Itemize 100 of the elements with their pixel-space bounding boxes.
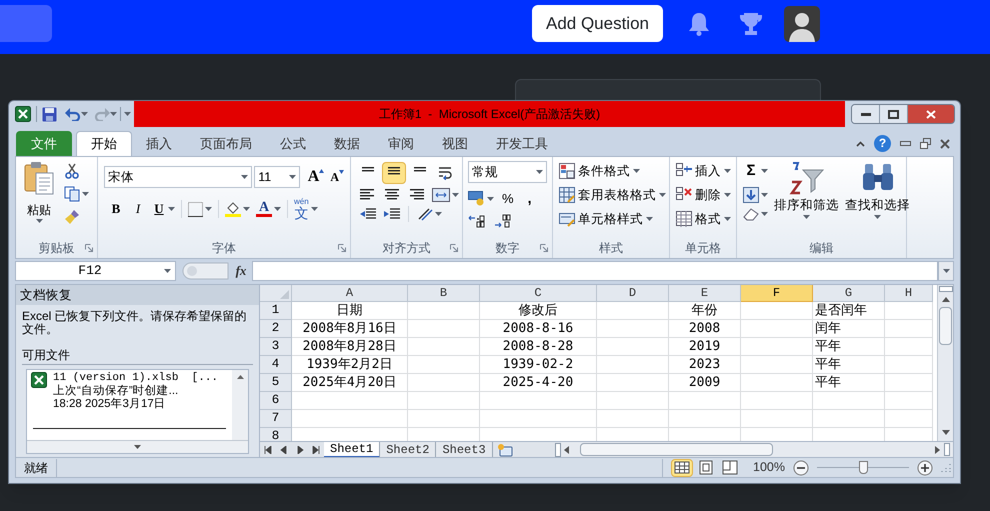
spreadsheet-icon[interactable] [15,106,31,122]
ribbon-tab[interactable]: 开发工具 [482,131,562,156]
cells-menu-button[interactable]: 删除 [695,186,721,204]
caret-icon[interactable] [243,207,250,211]
dialog-launcher-icon[interactable] [540,244,548,252]
fill-down-icon[interactable] [743,186,759,202]
column-header[interactable]: E [669,285,741,302]
close-button[interactable] [908,105,954,123]
ribbon-tab[interactable]: 页面布局 [186,131,266,156]
grow-font-button[interactable]: A [308,169,324,185]
font-size-field[interactable]: 11 [254,166,300,188]
caret-icon[interactable] [168,207,175,211]
dialog-launcher-icon[interactable] [450,244,458,252]
shrink-font-button[interactable]: A [330,170,344,184]
scroll-up-icon[interactable] [942,297,950,302]
formula-input[interactable] [252,261,938,281]
row-header[interactable]: 4 [260,356,292,374]
new-sheet-icon[interactable] [496,442,513,456]
fill-color-icon[interactable] [225,201,241,217]
undo-icon[interactable] [65,107,81,121]
column-header[interactable]: A [292,285,408,302]
caret-icon[interactable] [164,269,171,273]
caret-icon[interactable] [633,169,640,174]
row-header[interactable]: 8 [260,428,292,441]
collapse-icon[interactable] [856,140,865,146]
column-header[interactable]: B [408,285,480,302]
italic-button[interactable]: I [130,199,146,219]
split-handle[interactable] [555,442,561,456]
caret-icon[interactable] [659,193,666,198]
sheet-tab[interactable]: Sheet1 [324,442,380,457]
merge-cells-icon[interactable] [432,188,450,202]
cells-menu-button[interactable]: 插入 [695,162,721,181]
percent-button[interactable]: % [502,188,514,208]
dialog-launcher-icon[interactable] [85,244,93,252]
bold-button[interactable]: B [108,199,124,219]
spreadsheet-icon[interactable] [31,372,47,388]
style-menu-button[interactable]: 套用表格格式 [578,186,656,204]
row-header[interactable]: 1 [260,302,292,320]
scroll-thumb[interactable] [939,307,952,345]
ribbon-tab[interactable]: 公式 [266,131,320,156]
vertical-scrollbar[interactable] [937,285,953,441]
insert-function-button[interactable]: fx [230,261,252,281]
caret-icon[interactable] [205,207,212,211]
trophy-icon[interactable] [738,12,764,36]
close-icon[interactable] [940,138,950,148]
dialog-launcher-icon[interactable] [338,244,346,252]
underline-button[interactable]: U [152,199,166,219]
row-header[interactable]: 7 [260,410,292,428]
ribbon-tab[interactable]: 开始 [76,131,132,156]
find-select-button[interactable]: 查找和选择 [845,160,910,238]
caret-icon[interactable] [435,212,442,216]
eraser-icon[interactable] [743,206,759,220]
conditional-format-icon[interactable] [559,163,575,180]
borders-icon[interactable] [188,202,203,216]
file-tab[interactable]: 文件 [16,131,72,156]
increase-decimal-icon[interactable] [468,214,486,228]
brush-icon[interactable] [64,209,80,225]
number-format-field[interactable]: 常规 [468,161,547,183]
table-format-icon[interactable] [559,187,575,204]
bell-icon[interactable] [688,12,710,36]
ribbon-tab[interactable]: 视图 [428,131,482,156]
caret-icon[interactable] [288,175,296,179]
paste-button[interactable]: 粘贴 [22,161,56,238]
orientation-icon[interactable] [417,207,433,221]
column-header[interactable]: G [813,285,885,302]
column-header[interactable]: C [480,285,597,302]
caret-icon[interactable] [724,193,731,198]
decrease-decimal-icon[interactable] [494,214,512,228]
phonetic-button[interactable]: wén 文 [294,198,309,220]
caret-icon[interactable] [724,169,731,174]
caret-icon[interactable] [761,212,768,216]
scrollbar[interactable] [232,370,248,440]
split-handle[interactable] [938,286,952,292]
ribbon-tab[interactable]: 插入 [132,131,186,156]
name-box[interactable]: F12 [15,261,176,281]
caret-icon[interactable] [36,219,42,223]
help-button[interactable]: ? [874,135,891,152]
copy-icon[interactable] [64,186,80,202]
file-entry[interactable]: 11 (version 1).xlsb [... 上次“自动保存”时创建... 18:28 2025年3月17日 [31,372,228,411]
split-handle[interactable] [944,443,950,456]
font-color-button[interactable]: A [256,201,272,217]
ribbon-tab[interactable]: 审阅 [374,131,428,156]
comma-button[interactable]: , [528,188,532,209]
add-question-button[interactable]: Add Question [532,5,663,42]
caret-icon[interactable] [874,214,881,219]
minimize-icon[interactable] [900,141,911,146]
maximize-button[interactable] [880,105,908,123]
minimize-button[interactable] [852,105,880,123]
scroll-thumb[interactable] [580,443,773,456]
sheet-tab[interactable]: Sheet3 [436,442,493,457]
next-sheet-icon[interactable] [296,446,304,454]
column-header[interactable]: H [885,285,933,302]
caret-icon[interactable] [761,192,768,196]
row-header[interactable]: 5 [260,374,292,392]
caret-icon[interactable] [274,207,281,211]
caret-icon[interactable] [452,193,459,197]
align-left-icon[interactable] [360,188,376,202]
caret-icon[interactable] [803,214,810,219]
scissors-icon[interactable] [64,163,80,179]
middle-align-button[interactable] [382,162,406,184]
